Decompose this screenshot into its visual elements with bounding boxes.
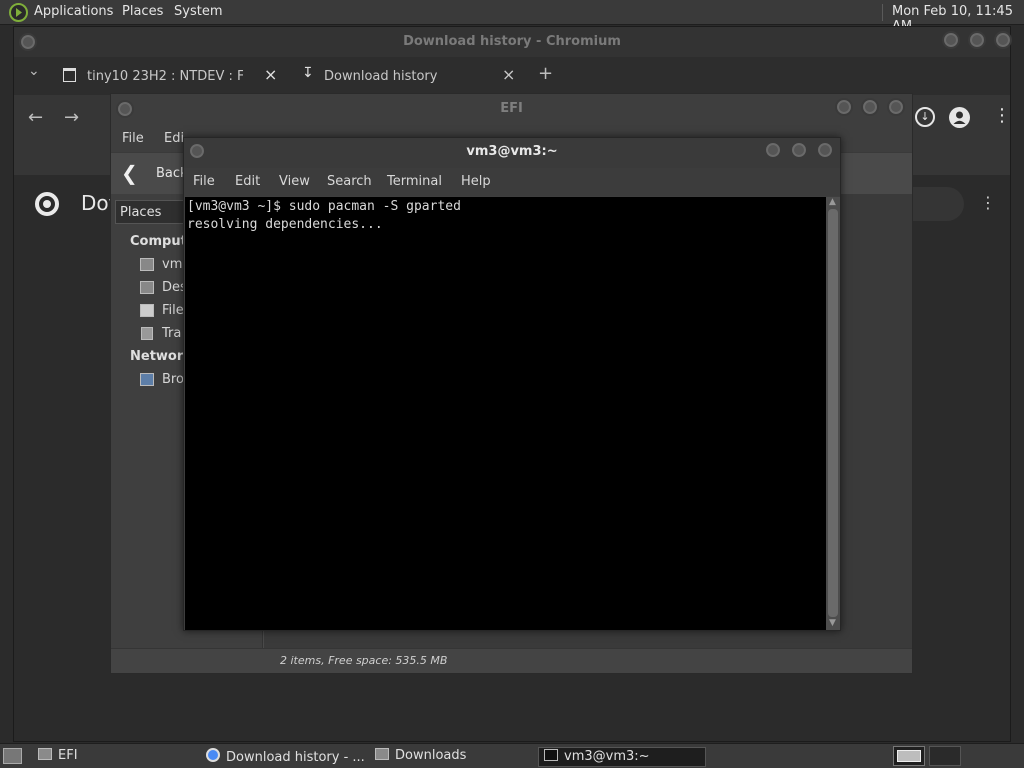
trash-icon — [141, 327, 153, 340]
filesystem-icon — [140, 304, 154, 317]
efi-titlebar[interactable]: EFI — [111, 94, 912, 124]
tab-download-history[interactable]: Download history — [324, 69, 437, 84]
folder-icon — [375, 748, 389, 760]
terminal-screen[interactable]: [vm3@vm3 ~]$ sudo pacman -S gparted reso… — [185, 197, 826, 630]
sidebar-item-browse-network[interactable]: Bro — [162, 372, 184, 387]
folder-icon — [38, 748, 52, 760]
system-menu[interactable]: System — [174, 4, 222, 19]
efi-statusbar: 2 items, Free space: 535.5 MB — [111, 648, 912, 673]
taskbar: EFI Download history - ... Downloads vm3… — [0, 743, 1024, 768]
terminal-line: resolving dependencies... — [187, 217, 383, 232]
desktop-icon — [140, 281, 154, 294]
places-menu[interactable]: Places — [122, 4, 163, 19]
maximize-button[interactable] — [968, 31, 986, 49]
taskbar-item-label: Download history - ... — [226, 750, 365, 765]
efi-file-menu[interactable]: File — [122, 131, 144, 146]
maximize-button[interactable] — [790, 141, 808, 159]
downloads-icon[interactable]: ↓ — [915, 107, 935, 127]
terminal-menubar: File Edit View Search Terminal Help — [184, 168, 840, 196]
tab-close-icon[interactable]: × — [502, 65, 515, 84]
scroll-up-icon[interactable]: ▲ — [829, 197, 836, 207]
taskbar-item-download-history[interactable]: Download history - ... — [200, 747, 366, 767]
maximize-button[interactable] — [861, 98, 879, 116]
taskbar-item-label: vm3@vm3:~ — [564, 749, 650, 764]
tab-close-icon[interactable]: × — [264, 65, 277, 84]
taskbar-item-efi[interactable]: EFI — [32, 747, 192, 767]
page-more-icon[interactable]: ⋮ — [980, 193, 996, 212]
terminal-file-menu[interactable]: File — [193, 174, 215, 189]
browser-menu-icon[interactable]: ⋮ — [993, 105, 1011, 126]
taskbar-item-label: EFI — [58, 748, 78, 763]
back-arrow-icon[interactable]: ← — [28, 107, 43, 128]
efi-edit-menu[interactable]: Edi — [164, 131, 184, 146]
top-panel: Applications Places System Mon Feb 10, 1… — [0, 0, 1024, 34]
scroll-down-icon[interactable]: ▼ — [829, 618, 836, 628]
scrollbar-thumb[interactable] — [828, 209, 838, 617]
taskbar-item-terminal[interactable]: vm3@vm3:~ — [538, 747, 706, 767]
terminal-line: [vm3@vm3 ~]$ sudo pacman -S gparted — [187, 199, 461, 214]
profile-avatar-icon[interactable] — [949, 107, 970, 128]
efi-status-text: 2 items, Free space: 535.5 MB — [280, 654, 448, 667]
chromium-logo-icon — [35, 192, 59, 216]
show-desktop-icon[interactable] — [3, 748, 22, 764]
distro-logo-icon[interactable] — [9, 3, 28, 22]
home-folder-icon — [140, 258, 154, 271]
terminal-terminal-menu[interactable]: Terminal — [387, 174, 442, 189]
taskbar-item-label: Downloads — [395, 748, 467, 763]
applications-menu[interactable]: Applications — [34, 4, 113, 19]
workspace-switcher-empty[interactable] — [929, 746, 961, 766]
forward-arrow-icon[interactable]: → — [64, 107, 79, 128]
minimize-button[interactable] — [835, 98, 853, 116]
chromium-titlebar[interactable]: Download history - Chromium — [14, 27, 1012, 57]
clock-separator — [882, 4, 883, 21]
back-arrow-icon[interactable]: ❮ — [121, 161, 138, 185]
terminal-titlebar[interactable]: vm3@vm3:~ — [184, 138, 840, 168]
chromium-window-title: Download history - Chromium — [403, 34, 621, 49]
tab-tiny10[interactable]: tiny10 23H2 : NTDEV : Free D — [87, 69, 243, 84]
terminal-scrollbar[interactable]: ▲ ▼ — [826, 197, 840, 630]
close-button[interactable] — [994, 31, 1012, 49]
workspace-switcher[interactable] — [893, 746, 925, 766]
terminal-icon — [544, 749, 558, 761]
sidebar-item-trash[interactable]: Tra — [162, 326, 181, 341]
tab-search-chevron-icon[interactable]: ⌄ — [28, 63, 40, 79]
terminal-search-menu[interactable]: Search — [327, 174, 372, 189]
terminal-window-title: vm3@vm3:~ — [466, 144, 558, 159]
download-favicon-icon: ↧ — [302, 65, 314, 81]
taskbar-item-downloads[interactable]: Downloads — [369, 747, 533, 767]
terminal-help-menu[interactable]: Help — [461, 174, 491, 189]
chromium-icon — [206, 748, 220, 762]
network-browse-icon — [140, 373, 154, 386]
archive-favicon-icon — [63, 68, 76, 82]
close-button[interactable] — [816, 141, 834, 159]
terminal-edit-menu[interactable]: Edit — [235, 174, 260, 189]
minimize-button[interactable] — [942, 31, 960, 49]
minimize-button[interactable] — [764, 141, 782, 159]
sidebar-item-filesystem[interactable]: File — [162, 303, 184, 318]
close-button[interactable] — [887, 98, 905, 116]
places-dropdown-label: Places — [120, 205, 162, 220]
terminal-view-menu[interactable]: View — [279, 174, 310, 189]
new-tab-icon[interactable]: + — [538, 63, 553, 84]
terminal-window: vm3@vm3:~ File Edit View Search Terminal… — [183, 137, 841, 631]
efi-window-title: EFI — [500, 101, 523, 116]
